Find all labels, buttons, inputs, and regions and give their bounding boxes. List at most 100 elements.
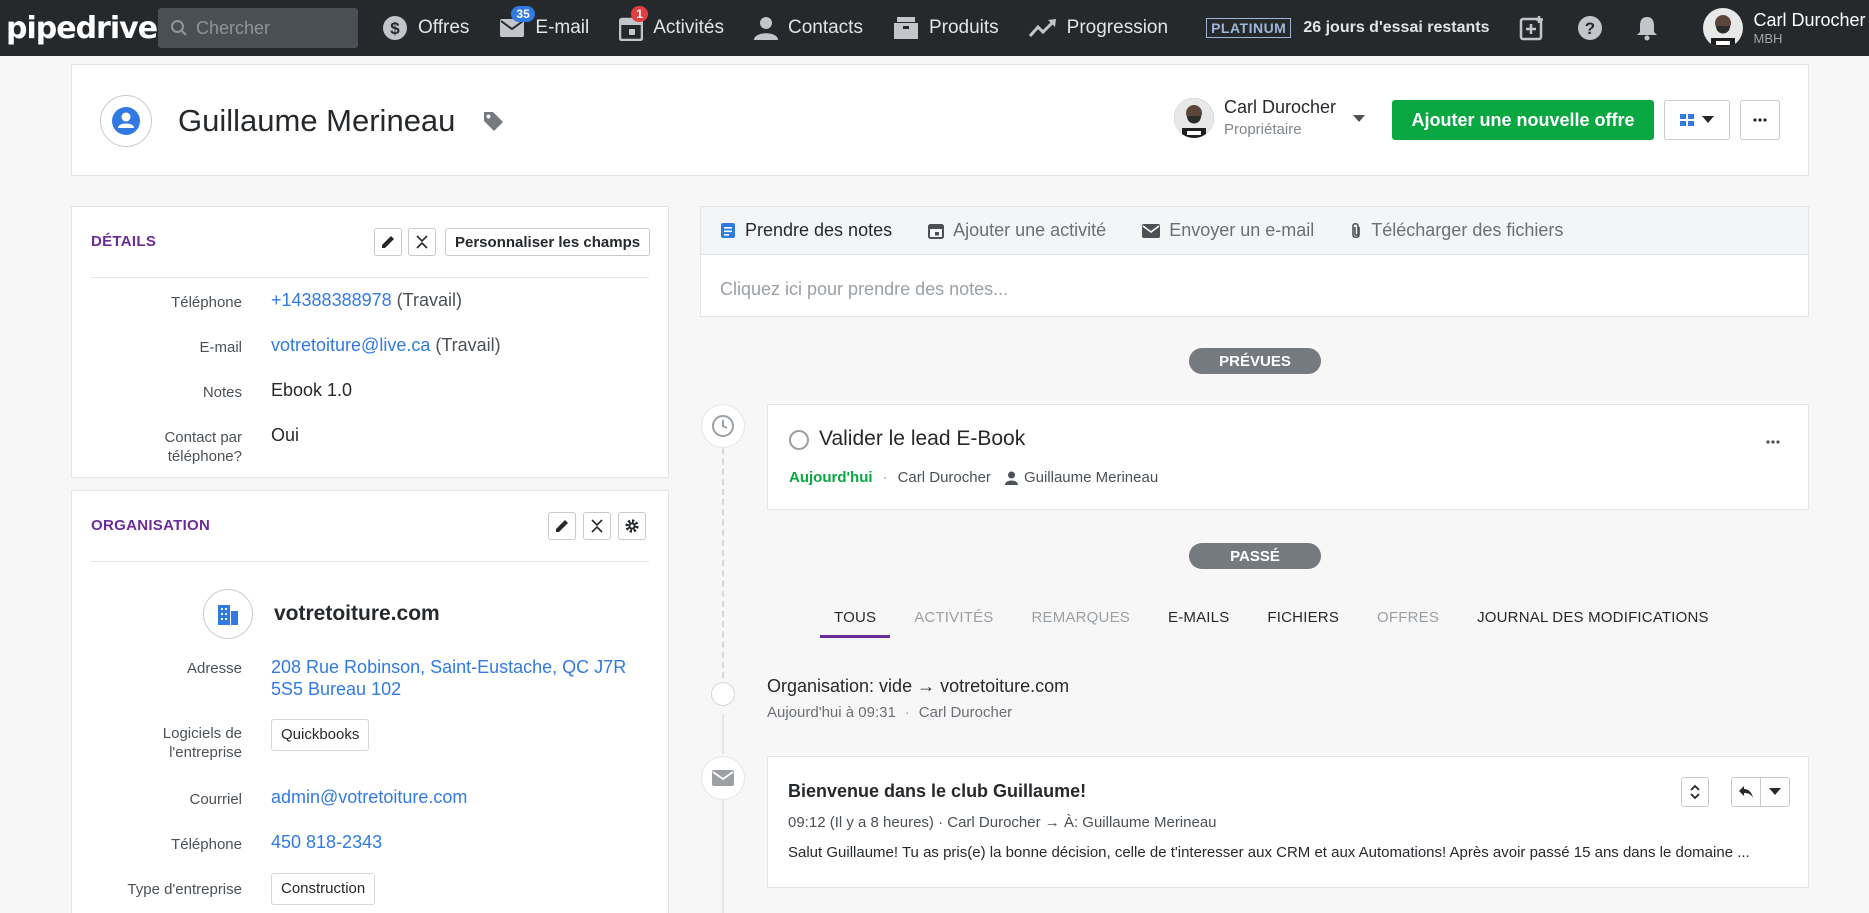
user-menu[interactable]: Carl Durocher MBH <box>1703 8 1866 48</box>
nav-contacts-label: Contacts <box>787 17 863 38</box>
field-label-phone-contact: Contact par téléphone? <box>164 429 242 465</box>
paperclip-icon <box>1352 222 1361 238</box>
tab-emails[interactable]: E-MAILS <box>1168 597 1229 638</box>
reply-options-button[interactable] <box>1760 777 1790 807</box>
customize-fields-button[interactable]: Personnaliser les champs <box>445 228 651 256</box>
edit-details-button[interactable] <box>374 228 402 256</box>
nav-contacts[interactable]: Contacts <box>753 0 863 56</box>
org-address-link[interactable]: 208 Rue Robinson, Saint-Eustache, QC J7R… <box>271 656 656 700</box>
composer-tabs: Prendre des notes Ajouter une activité E… <box>701 207 1808 255</box>
view-switcher-button[interactable] <box>1664 100 1730 140</box>
organisation-name[interactable]: votretoiture.com <box>274 602 440 626</box>
nav-offres[interactable]: $ Offres <box>382 0 469 56</box>
tab-files[interactable]: FICHIERS <box>1267 597 1339 638</box>
org-value-software: Quickbooks <box>271 719 370 751</box>
activity-person[interactable]: Guillaume Merineau <box>1024 469 1158 486</box>
email-subject[interactable]: Bienvenue dans le club Guillaume! <box>788 781 1086 802</box>
change-meta: Aujourd'hui à 09:31 · Carl Durocher <box>767 704 1013 721</box>
tab-all[interactable]: TOUS <box>819 597 891 638</box>
tab-deals[interactable]: OFFRES <box>1377 597 1439 638</box>
pencil-icon <box>382 236 394 248</box>
timeline-line-bottom <box>722 800 724 913</box>
reply-button[interactable] <box>1731 777 1761 807</box>
org-email-link[interactable]: admin@votretoiture.com <box>271 786 467 808</box>
expand-email-button[interactable] <box>1681 777 1709 807</box>
tab-add-activity[interactable]: Ajouter une activité <box>928 220 1106 241</box>
pencil-icon <box>556 520 568 532</box>
activity-title[interactable]: Valider le lead E-Book <box>819 427 1025 451</box>
pipedrive-logo[interactable]: pipedrive <box>6 11 158 46</box>
help-icon[interactable]: ? <box>1577 15 1603 41</box>
search-icon <box>171 20 187 36</box>
timeline-dot <box>711 682 735 706</box>
top-navigation-bar: pipedrive Chercher $ Offres 35 E-mail 1 … <box>0 0 1869 56</box>
activity-done-checkbox[interactable] <box>789 430 809 450</box>
tag-icon[interactable] <box>482 110 504 137</box>
history-tabs: TOUS ACTIVITÉS REMARQUES E-MAILS FICHIER… <box>815 597 1728 638</box>
collapse-icon <box>591 519 603 533</box>
software-chip[interactable]: Quickbooks <box>271 719 370 751</box>
edit-organisation-button[interactable] <box>548 512 576 540</box>
tab-send-email[interactable]: Envoyer un e-mail <box>1142 220 1314 241</box>
email-entry-card[interactable]: Bienvenue dans le club Guillaume! 09:12 … <box>767 756 1809 888</box>
org-label-address: Adresse <box>186 660 242 677</box>
tab-activities[interactable]: ACTIVITÉS <box>914 597 993 638</box>
tab-upload-files[interactable]: Télécharger des fichiers <box>1350 220 1563 241</box>
collapse-details-button[interactable] <box>408 228 436 256</box>
tab-remarks[interactable]: REMARQUES <box>1032 597 1130 638</box>
nav-email[interactable]: 35 E-mail <box>499 0 589 56</box>
field-value-phone-contact[interactable]: Oui <box>271 424 299 446</box>
notes-input[interactable]: Cliquez ici pour prendre des notes... <box>701 255 1808 324</box>
organisation-card: ORGANISATION votretoiture.com Adresse 20… <box>71 490 669 913</box>
add-deal-button[interactable]: Ajouter une nouvelle offre <box>1392 100 1654 140</box>
org-label-courriel: Courriel <box>189 791 242 808</box>
trial-remaining[interactable]: 26 jours d'essai restants <box>1303 19 1489 37</box>
calendar-icon <box>928 224 945 239</box>
org-value-business-type: Construction <box>271 873 376 905</box>
plan-badge[interactable]: PLATINUM <box>1206 18 1292 38</box>
organisation-settings-button[interactable] <box>618 512 646 540</box>
owner-selector[interactable]: Carl Durocher Propriétaire <box>1174 97 1366 138</box>
email-count-badge: 35 <box>511 6 535 22</box>
details-divider <box>91 277 649 278</box>
gear-icon <box>625 519 639 533</box>
change-text: Organisation: vide → votretoiture.com <box>767 676 1070 696</box>
field-label-email: E-mail <box>199 339 242 356</box>
activity-due: Aujourd'hui <box>789 469 873 486</box>
more-dots-icon <box>1753 118 1767 122</box>
org-phone-link[interactable]: 450 818-2343 <box>271 831 382 853</box>
collapse-organisation-button[interactable] <box>583 512 611 540</box>
email-preview[interactable]: Salut Guillaume! Tu as pris(e) la bonne … <box>788 844 1788 861</box>
field-label-telephone: Téléphone <box>171 294 242 311</box>
notifications-bell-icon[interactable] <box>1635 15 1659 41</box>
planned-activity-card[interactable]: Valider le lead E-Book Aujourd'hui · Car… <box>767 404 1809 510</box>
owner-name: Carl Durocher <box>1224 97 1337 117</box>
tab-change-log[interactable]: JOURNAL DES MODIFICATIONS <box>1477 597 1709 638</box>
mail-icon <box>701 756 745 800</box>
user-name: Carl Durocher <box>1753 10 1866 30</box>
nav-produits[interactable]: Produits <box>893 0 999 56</box>
person-name[interactable]: Guillaume Merineau <box>178 103 455 139</box>
search-placeholder: Chercher <box>196 17 271 38</box>
person-icon <box>1004 471 1018 485</box>
field-value-notes[interactable]: Ebook 1.0 <box>271 379 352 401</box>
reply-icon <box>1739 786 1753 798</box>
grid-icon <box>1680 114 1694 126</box>
details-title: DÉTAILS <box>91 233 157 250</box>
tab-take-notes[interactable]: Prendre des notes <box>720 220 892 241</box>
dollar-icon: $ <box>383 16 407 40</box>
organisation-icon[interactable] <box>203 589 253 639</box>
quick-add-icon[interactable] <box>1519 15 1545 41</box>
nav-progression[interactable]: Progression <box>1028 0 1168 56</box>
svg-text:$: $ <box>390 19 400 38</box>
business-type-chip[interactable]: Construction <box>271 873 376 905</box>
past-label: PASSÉ <box>1189 543 1321 569</box>
person-avatar-icon[interactable] <box>100 95 152 147</box>
nav-activites[interactable]: 1 Activités <box>619 0 724 56</box>
more-dots-icon[interactable] <box>1766 431 1780 449</box>
note-icon <box>721 223 735 238</box>
search-input[interactable]: Chercher <box>158 8 358 48</box>
more-actions-button[interactable] <box>1740 100 1780 140</box>
email-link[interactable]: votretoiture@live.ca <box>271 335 430 355</box>
phone-link[interactable]: +14388388978 <box>271 290 392 310</box>
